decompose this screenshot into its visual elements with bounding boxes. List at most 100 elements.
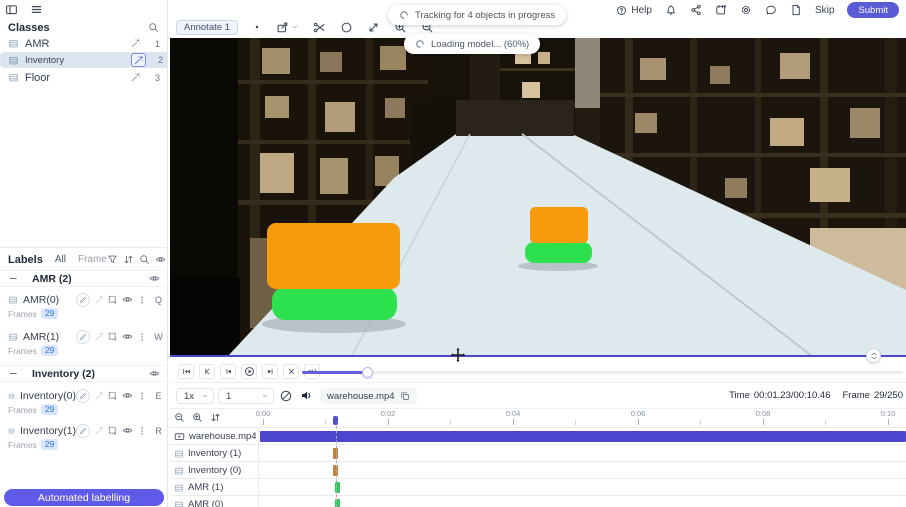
search-icon[interactable] — [148, 22, 159, 33]
select-region-icon[interactable] — [108, 426, 118, 436]
timeline-sort-icon[interactable] — [210, 412, 221, 423]
skip-button[interactable]: Skip — [815, 5, 834, 16]
label-item-inventory0[interactable]: Inventory(0) E Frames 29 — [0, 386, 168, 419]
wand-icon[interactable] — [128, 71, 143, 85]
document-icon[interactable] — [790, 4, 802, 16]
next-keyframe-button[interactable] — [283, 364, 299, 379]
select-region-icon[interactable] — [108, 332, 118, 342]
mask-inventory-right[interactable] — [530, 207, 588, 243]
annotate-mode-chip[interactable]: Annotate 1 — [176, 20, 238, 35]
next-frame-button[interactable] — [262, 364, 278, 379]
wand-icon[interactable] — [94, 295, 104, 305]
label-group-amr[interactable]: AMR (2) — [0, 270, 168, 287]
speaker-icon[interactable] — [300, 389, 313, 402]
video-track-bar[interactable] — [260, 431, 906, 442]
edit-icon[interactable] — [76, 330, 90, 344]
bell-icon[interactable] — [665, 4, 677, 16]
seek-slider[interactable] — [302, 371, 903, 374]
mask-inventory-left[interactable] — [267, 223, 400, 289]
play-button[interactable] — [241, 364, 257, 379]
mask-amr-left[interactable] — [272, 287, 397, 320]
eye-icon[interactable] — [122, 390, 133, 401]
versions-icon[interactable] — [715, 4, 727, 16]
wand-icon[interactable] — [131, 53, 146, 67]
panel-resize-divider[interactable] — [170, 355, 906, 357]
collapse-group-icon[interactable] — [8, 273, 19, 284]
copy-icon[interactable] — [400, 391, 410, 401]
cut-tool-icon[interactable] — [313, 21, 326, 34]
class-row-floor[interactable]: Floor 3 — [0, 69, 168, 86]
point-tool-icon[interactable] — [252, 22, 262, 32]
box-tool[interactable] — [276, 21, 299, 34]
toast-text: Tracking for 4 objects in progress — [415, 10, 555, 21]
wand-icon[interactable] — [94, 332, 104, 342]
tab-frame[interactable]: Frame — [78, 254, 107, 265]
expand-tool-icon[interactable] — [367, 21, 380, 34]
track-row-inventory1[interactable]: Inventory (1) — [170, 444, 906, 461]
edit-icon[interactable] — [76, 293, 90, 307]
shortcut-key: E — [154, 391, 163, 401]
chat-icon[interactable] — [765, 4, 777, 16]
seek-slider-thumb[interactable] — [362, 367, 373, 378]
timeline: 0:00 0:02 0:04 0:06 0:08 0:10 warehouse.… — [170, 408, 906, 507]
share-icon[interactable] — [690, 4, 702, 16]
wand-icon[interactable] — [94, 391, 104, 401]
track-row-inventory0[interactable]: Inventory (0) — [170, 461, 906, 478]
sidebar-divider — [0, 247, 168, 248]
submit-button[interactable]: Submit — [847, 2, 899, 18]
eye-icon[interactable] — [149, 368, 160, 379]
skip-to-start-button[interactable] — [178, 364, 194, 379]
collapse-group-icon[interactable] — [8, 368, 19, 379]
eye-icon[interactable] — [149, 273, 160, 284]
search-icon[interactable] — [139, 254, 150, 265]
eye-icon[interactable] — [122, 425, 133, 436]
track-row-amr0[interactable]: AMR (0) — [170, 495, 906, 507]
prev-keyframe-button[interactable] — [199, 364, 215, 379]
class-row-inventory[interactable]: Inventory 2 — [0, 52, 168, 68]
kebab-menu-icon[interactable] — [137, 295, 147, 305]
speed-select[interactable]: 1x — [176, 388, 214, 404]
step-select[interactable]: 1 — [218, 388, 274, 404]
ruler-label: 0:04 — [500, 409, 526, 418]
automated-labelling-button[interactable]: Automated labelling — [4, 489, 164, 506]
eye-icon[interactable] — [122, 331, 133, 342]
menu-icon[interactable] — [30, 3, 43, 16]
tab-all[interactable]: All — [55, 254, 66, 265]
select-region-icon[interactable] — [108, 391, 118, 401]
label-icon — [8, 295, 18, 305]
prev-frame-button[interactable] — [220, 364, 236, 379]
panel-drag-handle[interactable] — [866, 348, 881, 363]
kebab-menu-icon[interactable] — [137, 426, 147, 436]
filter-icon[interactable] — [107, 254, 118, 265]
edit-icon[interactable] — [76, 424, 90, 438]
timeline-zoom-out-icon[interactable] — [174, 412, 185, 423]
eye-icon[interactable] — [122, 294, 133, 305]
wand-icon[interactable] — [128, 37, 143, 51]
label-item-amr0[interactable]: AMR(0) Q Frames 29 — [0, 290, 168, 323]
track-row-video[interactable]: warehouse.mp4 — [170, 427, 906, 444]
collapse-panel-icon[interactable] — [5, 3, 18, 16]
kebab-menu-icon[interactable] — [137, 391, 147, 401]
filename-chip[interactable]: warehouse.mp4 — [320, 388, 417, 404]
track-row-amr1[interactable]: AMR (1) — [170, 478, 906, 495]
speed-value: 1x — [184, 391, 194, 402]
class-name: Inventory — [25, 55, 131, 66]
help-button[interactable]: Help — [616, 5, 652, 16]
label-item-amr1[interactable]: AMR(1) W Frames 29 — [0, 327, 168, 360]
settings-gear-icon[interactable] — [740, 4, 752, 16]
video-canvas[interactable] — [170, 38, 906, 356]
label-item-inventory1[interactable]: Inventory(1) R Frames 29 — [0, 421, 168, 454]
class-row-amr[interactable]: AMR 1 — [0, 35, 168, 52]
sort-icon[interactable] — [123, 254, 134, 265]
edit-icon[interactable] — [76, 389, 90, 403]
label-group-inventory[interactable]: Inventory (2) — [0, 365, 168, 382]
kebab-menu-icon[interactable] — [137, 332, 147, 342]
timeline-zoom-in-icon[interactable] — [192, 412, 203, 423]
loop-disabled-icon[interactable] — [279, 389, 293, 403]
playhead-marker[interactable] — [333, 416, 338, 425]
eye-icon[interactable] — [155, 254, 166, 265]
wand-icon[interactable] — [94, 426, 104, 436]
mask-amr-right[interactable] — [525, 242, 592, 263]
select-region-icon[interactable] — [108, 295, 118, 305]
ellipse-tool-icon[interactable] — [340, 21, 353, 34]
